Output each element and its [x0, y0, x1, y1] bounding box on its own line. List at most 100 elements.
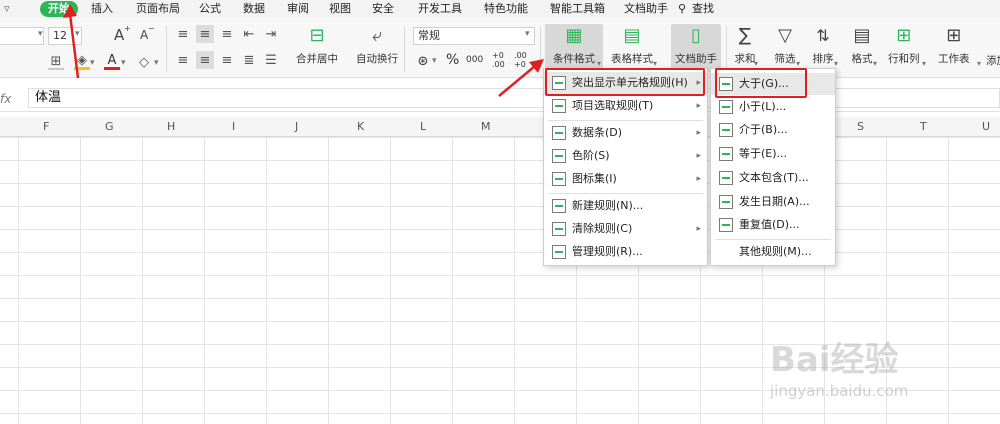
menu-item-label: 其他规则(M)...: [739, 245, 812, 258]
between-icon: [719, 123, 733, 137]
currency-icon[interactable]: ⊛: [414, 52, 432, 70]
menu-item-date-occurring[interactable]: 发生日期(A)...: [711, 191, 835, 213]
table-style-button[interactable]: ▤ 表格样式: [606, 24, 658, 66]
merge-cells-icon: ⊟: [309, 24, 325, 46]
format-label: 格式: [851, 53, 873, 65]
menu-item-label: 介于(B)...: [739, 123, 788, 136]
merge-center-label: 合并居中: [296, 53, 338, 65]
menu-item-color-scales[interactable]: 色阶(S) ▸: [544, 145, 707, 167]
tab-formula[interactable]: 公式: [199, 1, 221, 17]
row-col-dropdown-icon[interactable]: ▾: [922, 59, 926, 68]
tab-data[interactable]: 数据: [243, 1, 265, 17]
format-button[interactable]: ▤ 格式: [850, 24, 874, 66]
table-style-label: 表格样式: [611, 53, 653, 65]
tab-search[interactable]: 查找: [692, 1, 714, 17]
menu-item-between[interactable]: 介于(B)...: [711, 119, 835, 141]
menu-item-new-rule[interactable]: 新建规则(N)...: [544, 195, 707, 217]
percent-button[interactable]: %: [446, 52, 459, 68]
indent-decrease-icon[interactable]: ⇤: [240, 25, 258, 43]
data-bars-icon: [552, 126, 566, 140]
column-header-f[interactable]: F: [43, 120, 49, 133]
tab-special-features[interactable]: 特色功能: [484, 1, 528, 17]
annotation-arrow-home: [63, 4, 80, 79]
number-format-select[interactable]: 常规: [413, 27, 535, 45]
row-col-label: 行和列: [888, 53, 920, 65]
doc-assistant-button[interactable]: ▯ 文档助手: [671, 24, 721, 72]
sum-dropdown-icon[interactable]: ▾: [754, 59, 758, 68]
worksheet-button[interactable]: ⊞ 工作表: [938, 24, 970, 66]
font-color-icon[interactable]: A: [104, 53, 120, 70]
menu-item-top-bottom-rules[interactable]: 项目选取规则(T) ▸: [544, 95, 707, 117]
currency-dropdown-icon[interactable]: ▾: [432, 56, 437, 66]
tab-page-layout[interactable]: 页面布局: [136, 1, 180, 17]
font-grow-icon[interactable]: A: [114, 26, 124, 44]
menu-item-less-than[interactable]: 小于(L)...: [711, 96, 835, 118]
tab-doc-assistant[interactable]: 文档助手: [624, 1, 668, 17]
format-dropdown-icon[interactable]: ▾: [873, 59, 877, 68]
fx-icon[interactable]: fx: [0, 92, 11, 106]
menu-item-label: 数据条(D): [572, 126, 623, 139]
column-header-g[interactable]: G: [105, 120, 114, 133]
search-icon[interactable]: ⚲: [678, 1, 686, 17]
menu-item-data-bars[interactable]: 数据条(D) ▸: [544, 122, 707, 144]
menu-item-equal-to[interactable]: 等于(E)...: [711, 143, 835, 165]
wrap-text-button[interactable]: ⤶ 自动换行: [356, 24, 398, 66]
tab-security[interactable]: 安全: [372, 1, 394, 17]
fill-color-dropdown-icon[interactable]: ▾: [90, 58, 95, 68]
worksheet-dropdown-icon[interactable]: ▾: [977, 59, 981, 68]
align-right-icon[interactable]: ≡: [218, 51, 236, 69]
tab-smart-toolbox[interactable]: 智能工具箱: [550, 1, 605, 17]
thousands-separator-button[interactable]: 000: [466, 55, 483, 65]
align-middle-icon[interactable]: ≡: [196, 25, 214, 43]
column-header-l[interactable]: L: [420, 120, 426, 133]
less-than-icon: [719, 100, 733, 114]
menu-item-clear-rules[interactable]: 清除规则(C) ▸: [544, 218, 707, 240]
column-header-i[interactable]: I: [232, 120, 235, 133]
tab-view[interactable]: 视图: [329, 1, 351, 17]
align-bottom-icon[interactable]: ≡: [218, 25, 236, 43]
menu-item-duplicate-values[interactable]: 重复值(D)...: [711, 214, 835, 236]
clear-format-icon[interactable]: ◇: [135, 54, 153, 70]
font-color-dropdown-icon[interactable]: ▾: [121, 58, 126, 68]
tab-review[interactable]: 审阅: [287, 1, 309, 17]
clear-format-dropdown-icon[interactable]: ▾: [154, 58, 159, 68]
filter-dropdown-icon[interactable]: ▾: [796, 59, 800, 68]
column-header-j[interactable]: J: [295, 120, 298, 133]
ribbon-divider: [404, 26, 405, 72]
column-header-t[interactable]: T: [920, 120, 927, 133]
conditional-format-button[interactable]: ▦ 条件格式: [545, 24, 603, 72]
worksheet-icon: ⊞: [946, 24, 962, 46]
merge-center-button[interactable]: ⊟ 合并居中: [296, 24, 338, 66]
column-header-u[interactable]: U: [982, 120, 990, 133]
column-header-k[interactable]: K: [357, 120, 364, 133]
menu-bar: ▿ 开始 插入 页面布局 公式 数据 审阅 视图 安全 开发工具 特色功能 智能…: [0, 0, 1000, 18]
font-shrink-icon[interactable]: A: [140, 28, 148, 42]
menu-item-other-rules[interactable]: 其他规则(M)...: [711, 241, 835, 263]
annotation-arrow-cond-format: [498, 59, 544, 97]
indent-increase-icon[interactable]: ⇥: [262, 25, 280, 43]
quick-access-dropdown-icon[interactable]: ▿: [4, 1, 10, 17]
filter-button[interactable]: ▽ 筛选: [773, 24, 797, 66]
column-header-h[interactable]: H: [167, 120, 175, 133]
align-center-icon[interactable]: ≡: [196, 51, 214, 69]
align-left-icon[interactable]: ≡: [174, 51, 192, 69]
column-header-m[interactable]: M: [481, 120, 491, 133]
conditional-format-dropdown-icon[interactable]: ▾: [597, 59, 601, 68]
font-name-dropdown-icon[interactable]: ▾: [38, 29, 43, 39]
menu-item-text-contains[interactable]: 文本包含(T)...: [711, 167, 835, 189]
tab-insert[interactable]: 插入: [91, 1, 113, 17]
sort-button[interactable]: ⇅ 排序: [811, 24, 835, 66]
menu-item-manage-rules[interactable]: 管理规则(R)...: [544, 241, 707, 263]
distributed-align-icon[interactable]: ☰: [262, 51, 280, 69]
align-justify-icon[interactable]: ≣: [240, 51, 258, 69]
table-style-dropdown-icon[interactable]: ▾: [653, 59, 657, 68]
column-header-s[interactable]: S: [857, 120, 864, 133]
font-grow-plus-icon: +: [124, 24, 131, 33]
row-col-button[interactable]: ⊞ 行和列: [888, 24, 920, 66]
sort-dropdown-icon[interactable]: ▾: [834, 59, 838, 68]
tab-developer[interactable]: 开发工具: [418, 1, 462, 17]
number-format-dropdown-icon[interactable]: ▾: [525, 29, 530, 39]
align-top-icon[interactable]: ≡: [174, 25, 192, 43]
more-label[interactable]: 添加: [986, 53, 1000, 68]
menu-item-icon-sets[interactable]: 图标集(I) ▸: [544, 168, 707, 190]
